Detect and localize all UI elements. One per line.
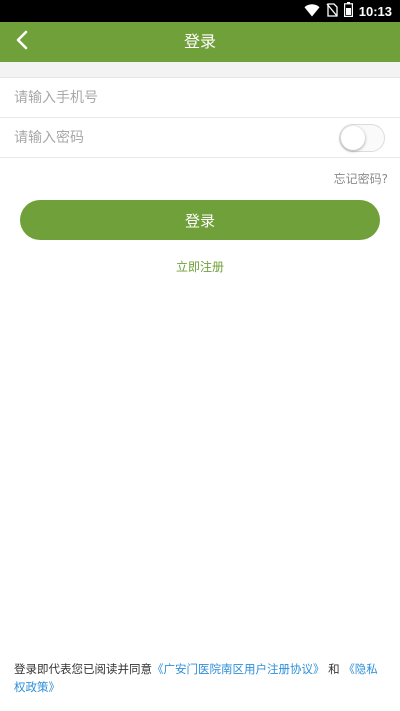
- phone-input[interactable]: [14, 78, 314, 117]
- register-link[interactable]: 立即注册: [0, 258, 400, 275]
- user-agreement-link[interactable]: 《广安门医院南区用户注册协议》: [152, 662, 325, 676]
- forgot-password-link[interactable]: 忘记密码?: [334, 170, 388, 187]
- wifi-icon: [304, 2, 320, 21]
- status-icons: 10:13: [304, 1, 392, 21]
- password-field: [0, 118, 400, 158]
- section-divider: [0, 62, 400, 78]
- agreement-conjunction: 和: [324, 662, 344, 676]
- toggle-knob: [341, 126, 365, 150]
- no-sim-icon: [326, 2, 338, 21]
- agreement-text: 登录即代表您已阅读并同意《广安门医院南区用户注册协议》 和 《隐私权政策》: [14, 660, 386, 696]
- page-title: 登录: [183, 32, 216, 51]
- agreement-prefix: 登录即代表您已阅读并同意: [14, 662, 152, 676]
- status-time: 10:13: [358, 3, 392, 19]
- phone-field: [0, 78, 400, 118]
- battery-icon: [343, 1, 353, 21]
- login-button[interactable]: 登录: [20, 200, 380, 240]
- password-input[interactable]: [14, 118, 314, 157]
- status-bar: 10:13: [0, 0, 400, 22]
- show-password-toggle[interactable]: [339, 124, 385, 152]
- nav-bar: 登录: [0, 22, 400, 62]
